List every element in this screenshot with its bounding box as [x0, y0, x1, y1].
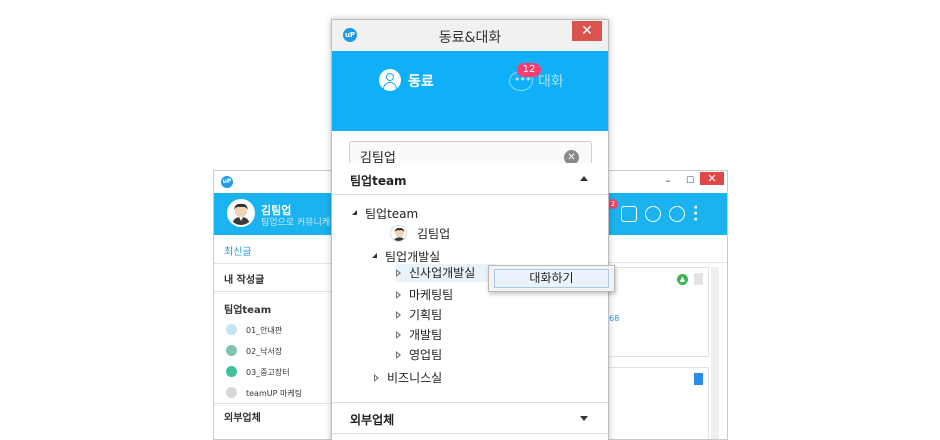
tree-label: 팀업개발실: [385, 250, 441, 264]
expand-icon[interactable]: [352, 210, 357, 215]
board-icon: [226, 324, 237, 335]
group-header-team[interactable]: 팀업team: [332, 163, 608, 195]
sidebar-item-label: 01_안내판: [246, 326, 283, 335]
sidebar: 최신글 내 작성글 팀업team 01_안내판 02_낙서장 03_중고장터 t…: [214, 235, 332, 439]
close-button[interactable]: ✕: [700, 172, 724, 185]
user-status: 팀업으로 커뮤니케이: [261, 218, 339, 228]
group-title: 팀업team: [350, 174, 407, 188]
board-icon: [226, 366, 237, 377]
maximize-button[interactable]: ☐: [679, 171, 701, 191]
profile-header[interactable]: 김팀업 팀업으로 커뮤니케이: [214, 193, 338, 235]
content-header: [599, 235, 727, 263]
sidebar-item-label: 03_중고장터: [246, 368, 290, 377]
person-avatar-icon: [232, 203, 250, 225]
collapse-icon[interactable]: [396, 311, 401, 319]
post-card[interactable]: [599, 367, 709, 439]
collapse-icon[interactable]: [374, 374, 379, 382]
gear-icon[interactable]: [669, 206, 685, 222]
minimize-button[interactable]: –: [657, 171, 679, 191]
tree-label: 팀업team: [365, 207, 419, 221]
divider: [214, 263, 332, 264]
sidebar-item-label: 02_낙서장: [246, 347, 283, 356]
tab-label: 대화: [538, 74, 564, 90]
board-icon: [226, 345, 237, 356]
bookmark-icon[interactable]: [694, 373, 703, 385]
tab-chat[interactable]: ••• 12 대화: [492, 63, 592, 106]
collapse-icon[interactable]: [396, 291, 401, 299]
tab-colleague[interactable]: 동료: [352, 66, 452, 106]
group-title: 외부업체: [350, 413, 395, 427]
divider: [214, 403, 332, 404]
avatar[interactable]: [227, 199, 255, 227]
person-icon: [379, 69, 401, 91]
app-logo-icon: uP: [221, 176, 233, 188]
post-card[interactable]: ▲ 2568: [599, 267, 709, 357]
upvote-icon[interactable]: ▲: [677, 274, 688, 285]
search-icon[interactable]: [645, 206, 661, 222]
caret-down-icon[interactable]: [580, 416, 588, 421]
nav-latest[interactable]: 최신글: [224, 243, 252, 258]
grid-icon[interactable]: [621, 206, 637, 222]
context-menu: 대화하기: [488, 265, 615, 292]
divider: [214, 291, 332, 292]
nav-team-section[interactable]: 팀업team: [224, 301, 271, 316]
bookmark-icon[interactable]: [694, 273, 703, 285]
tree-label: 영업팀: [409, 348, 443, 362]
notification-badge: 2: [608, 199, 618, 209]
board-icon: [226, 387, 237, 398]
scrollbar[interactable]: [711, 267, 719, 439]
toolbar: 2 · · ·: [599, 193, 727, 235]
tree-label: 개발팀: [409, 328, 443, 342]
tab-label: 동료: [408, 74, 434, 90]
close-button[interactable]: ✕: [572, 21, 602, 41]
dialog-title: 동료&대화: [438, 30, 502, 46]
tree-label: 신사업개발실: [409, 266, 476, 280]
start-chat-menu-item[interactable]: 대화하기: [494, 269, 609, 288]
tree-label: 기획팀: [409, 308, 443, 322]
expand-icon[interactable]: [372, 253, 377, 258]
collapse-icon[interactable]: [396, 269, 401, 277]
tree-label: 마케팅팀: [409, 288, 454, 302]
person-avatar-icon: [393, 228, 406, 241]
caret-up-icon[interactable]: [580, 176, 588, 181]
group-header-external[interactable]: 외부업체: [332, 402, 608, 434]
dialog-titlebar[interactable]: uP 동료&대화 ✕: [332, 20, 608, 51]
tree-label: 김팀업: [417, 227, 451, 241]
collapse-icon[interactable]: [396, 351, 401, 359]
colleague-chat-dialog: uP 동료&대화 ✕ 동료 ••• 12 대화 ✕ 팀업team 팀업team: [331, 19, 609, 440]
dialog-tabs: 동료 ••• 12 대화: [332, 51, 608, 131]
sidebar-item-label: teamUP 마케팅: [246, 389, 303, 398]
collapse-icon[interactable]: [396, 331, 401, 339]
tree-node-subdept[interactable]: 신사업개발실: [396, 264, 496, 282]
nav-external-section[interactable]: 외부업체: [224, 409, 261, 424]
tree-label: 비즈니스실: [387, 371, 443, 385]
more-icon[interactable]: · · ·: [693, 201, 698, 227]
nav-mine[interactable]: 내 작성글: [224, 271, 264, 286]
avatar: [390, 225, 407, 242]
